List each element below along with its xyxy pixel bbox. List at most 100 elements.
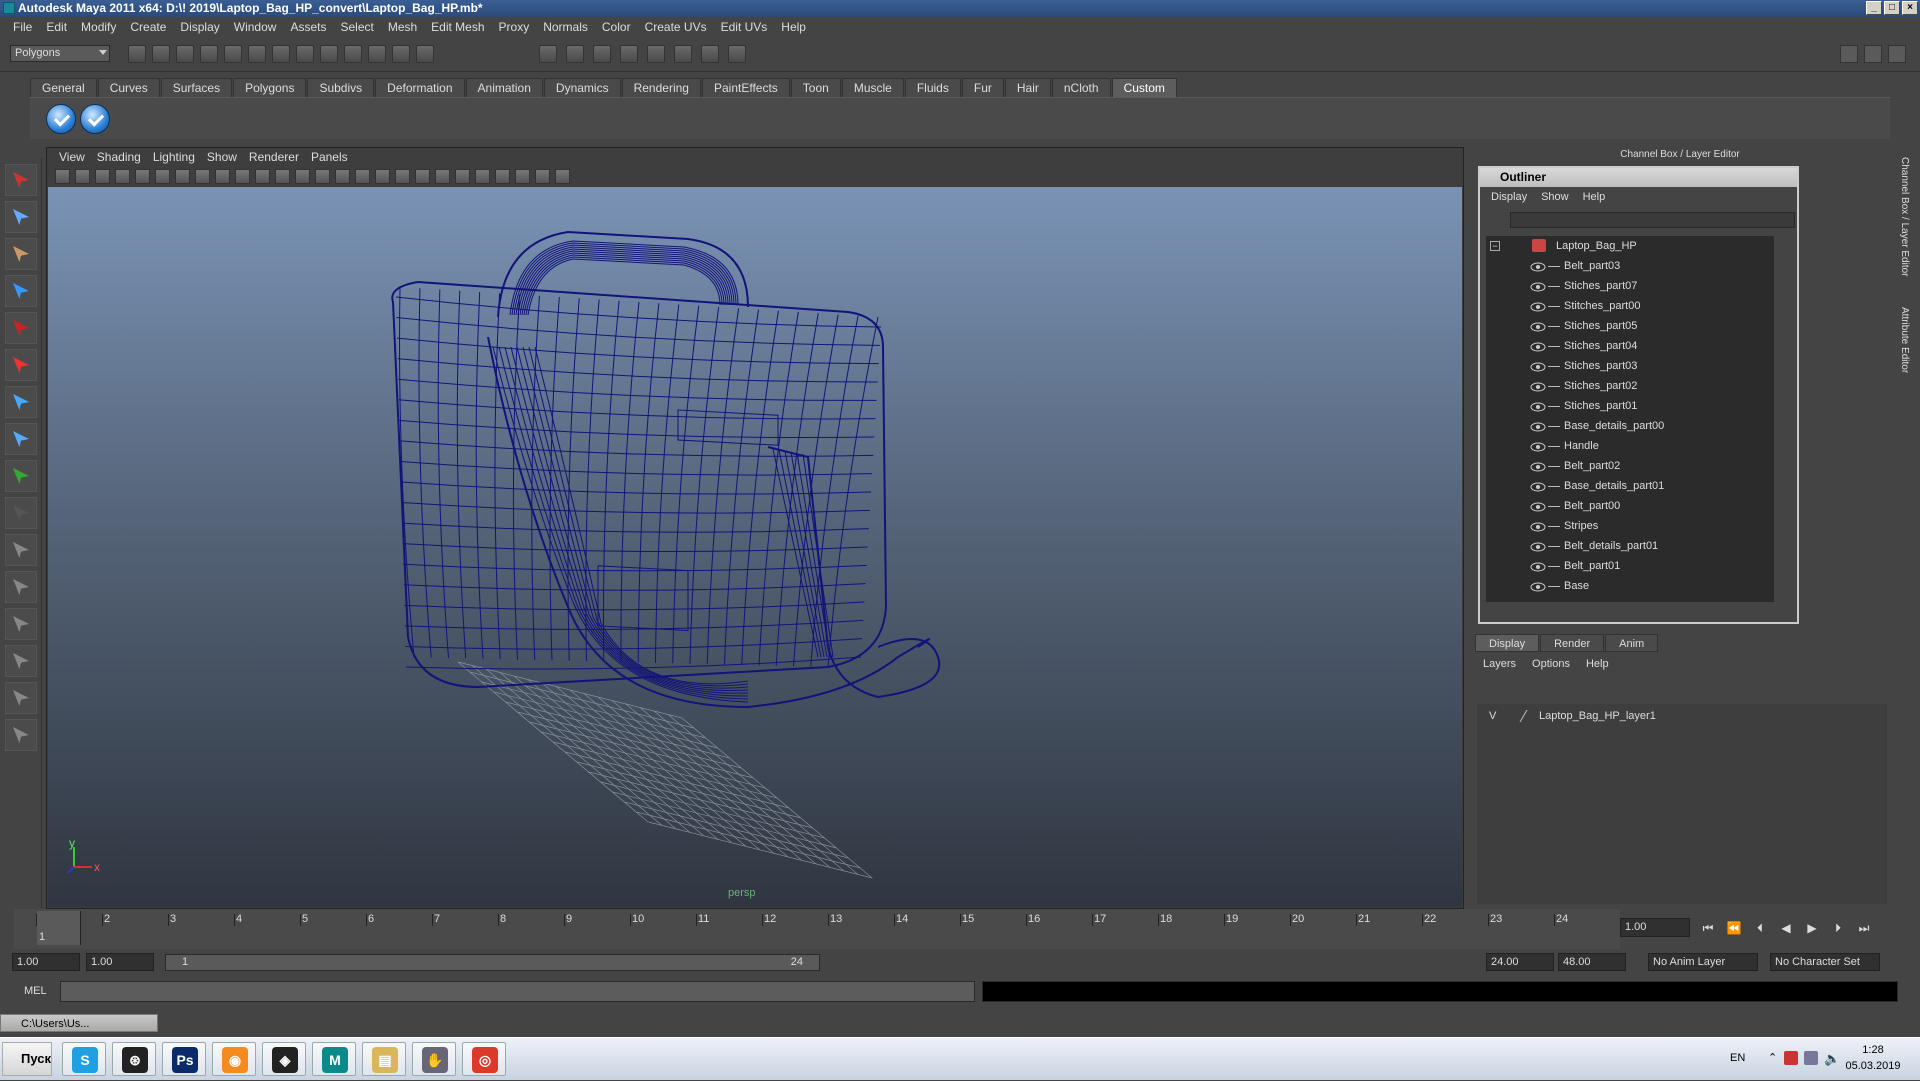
new-scene-icon[interactable]	[128, 45, 146, 63]
outliner-item[interactable]: Base_details_part01	[1486, 476, 1774, 496]
tab-attribute-editor[interactable]: Attribute Editor	[1899, 307, 1910, 373]
menu-modify[interactable]: Modify	[74, 20, 123, 34]
outliner-item[interactable]: Stiches_part03	[1486, 356, 1774, 376]
tab-ncloth[interactable]: nCloth	[1051, 78, 1111, 97]
mode-selector[interactable]: Polygons	[10, 45, 110, 62]
last-tool-icon[interactable]	[5, 497, 37, 529]
viewport-tool-icon[interactable]	[475, 169, 490, 184]
menu-window[interactable]: Window	[227, 20, 284, 34]
steam-icon[interactable]: ⊛	[112, 1042, 156, 1076]
outliner-item[interactable]: Stiches_part01	[1486, 396, 1774, 416]
outliner-item[interactable]: Stiches_part02	[1486, 376, 1774, 396]
outliner-item[interactable]: Belt_details_part01	[1486, 536, 1774, 556]
mel-input[interactable]	[60, 981, 975, 1002]
custom-check-icon[interactable]	[80, 104, 110, 134]
show-manip-icon[interactable]	[5, 460, 37, 492]
viewport-menu-lighting[interactable]: Lighting	[147, 150, 201, 164]
tab-dynamics[interactable]: Dynamics	[543, 78, 621, 97]
snap-live-icon[interactable]	[392, 45, 410, 63]
tab-polygons[interactable]: Polygons	[233, 78, 307, 97]
paint-select-icon[interactable]	[5, 238, 37, 270]
go-to-end-icon[interactable]: ⏭	[1856, 920, 1872, 936]
minimized-window[interactable]: C:\Users\Us...	[0, 1014, 158, 1032]
tab-layer-display[interactable]: Display	[1475, 634, 1540, 652]
viewport-tool-icon[interactable]	[155, 169, 170, 184]
viewport-tool-icon[interactable]	[415, 169, 430, 184]
tab-painteffects[interactable]: PaintEffects	[701, 78, 790, 97]
viewport-tool-icon[interactable]	[435, 169, 450, 184]
rotate-tool-icon[interactable]	[5, 312, 37, 344]
clock-date[interactable]: 05.03.2019	[1838, 1060, 1908, 1072]
snap-grid-icon[interactable]	[296, 45, 314, 63]
select-tool-icon[interactable]	[5, 164, 37, 196]
layout-icon[interactable]	[5, 719, 37, 751]
snap-curve-icon[interactable]	[320, 45, 338, 63]
toggle-panel-icon[interactable]	[647, 45, 665, 63]
input-ops-icon[interactable]	[539, 45, 557, 63]
history-icon[interactable]	[416, 45, 434, 63]
tab-animation[interactable]: Animation	[465, 78, 543, 97]
play-backward-icon[interactable]: ◀	[1778, 920, 1794, 936]
outliner-item[interactable]: Base_details_part00	[1486, 416, 1774, 436]
menu-mesh[interactable]: Mesh	[381, 20, 424, 34]
outliner-item[interactable]: Stiches_part07	[1486, 276, 1774, 296]
tab-subdivs[interactable]: Subdivs	[307, 78, 375, 97]
viewport-tool-icon[interactable]	[135, 169, 150, 184]
select-component-icon[interactable]	[248, 45, 266, 63]
menu-select[interactable]: Select	[333, 20, 380, 34]
viewport-menu-panels[interactable]: Panels	[305, 150, 354, 164]
chrome-icon[interactable]: ◎	[462, 1042, 506, 1076]
outliner-item[interactable]: Stitches_part00	[1486, 296, 1774, 316]
maya-icon[interactable]: M	[312, 1042, 356, 1076]
end-time-field[interactable]: 48.00	[1558, 953, 1626, 971]
outliner-menu-show[interactable]: Show	[1534, 188, 1576, 206]
viewport-menu-shading[interactable]: Shading	[91, 150, 147, 164]
menu-edit-mesh[interactable]: Edit Mesh	[424, 20, 491, 34]
playback-end-field[interactable]: 24.00	[1486, 953, 1554, 971]
step-back-icon[interactable]: ⏴	[1752, 920, 1768, 936]
viewport-tool-icon[interactable]	[215, 169, 230, 184]
layer-menu-options[interactable]: Options	[1524, 656, 1578, 672]
snap-plane-icon[interactable]	[368, 45, 386, 63]
collapse-icon[interactable]: −	[1490, 241, 1500, 251]
soft-mod-icon[interactable]	[5, 423, 37, 455]
current-frame-field[interactable]: 1.00	[1620, 918, 1690, 937]
outliner-item[interactable]: Belt_part00	[1486, 496, 1774, 516]
tab-surfaces[interactable]: Surfaces	[160, 78, 233, 97]
tab-custom[interactable]: Custom	[1111, 78, 1177, 97]
lock-selection-icon[interactable]	[272, 45, 290, 63]
go-to-start-icon[interactable]: ⏮	[1700, 920, 1716, 936]
panel-layout-3-icon[interactable]	[1888, 45, 1906, 63]
menu-assets[interactable]: Assets	[283, 20, 333, 34]
single-pane-icon[interactable]	[5, 534, 37, 566]
tool-settings-icon[interactable]	[701, 45, 719, 63]
snap-point-icon[interactable]	[344, 45, 362, 63]
network-icon[interactable]	[1804, 1051, 1818, 1065]
tab-layer-render[interactable]: Render	[1540, 634, 1605, 652]
tab-muscle[interactable]: Muscle	[841, 78, 904, 97]
outliner-menu-help[interactable]: Help	[1576, 188, 1613, 206]
manipulator-icon[interactable]	[5, 386, 37, 418]
scale-tool-icon[interactable]	[5, 349, 37, 381]
outliner-item[interactable]: Handle	[1486, 436, 1774, 456]
ipr-render-icon[interactable]	[593, 45, 611, 63]
panel-layout-1-icon[interactable]	[1840, 45, 1858, 63]
menu-color[interactable]: Color	[595, 20, 638, 34]
viewport-tool-icon[interactable]	[75, 169, 90, 184]
viewport-tool-icon[interactable]	[275, 169, 290, 184]
tab-fur[interactable]: Fur	[961, 78, 1004, 97]
viewport-tool-icon[interactable]	[315, 169, 330, 184]
viewport-tool-icon[interactable]	[395, 169, 410, 184]
layer-row[interactable]: V Laptop_Bag_HP_layer1	[1479, 706, 1879, 726]
menu-create-uvs[interactable]: Create UVs	[638, 20, 714, 34]
viewport-menu-view[interactable]: View	[53, 150, 91, 164]
channel-box-icon[interactable]	[728, 45, 746, 63]
tab-curves[interactable]: Curves	[97, 78, 160, 97]
lasso-tool-icon[interactable]	[5, 201, 37, 233]
perspective-view[interactable]: y x persp	[48, 187, 1462, 907]
photoshop-icon[interactable]: Ps	[162, 1042, 206, 1076]
viewport-tool-icon[interactable]	[95, 169, 110, 184]
viewport-tool-icon[interactable]	[55, 169, 70, 184]
viewport-tool-icon[interactable]	[175, 169, 190, 184]
outliner-filter-field[interactable]	[1510, 212, 1795, 228]
